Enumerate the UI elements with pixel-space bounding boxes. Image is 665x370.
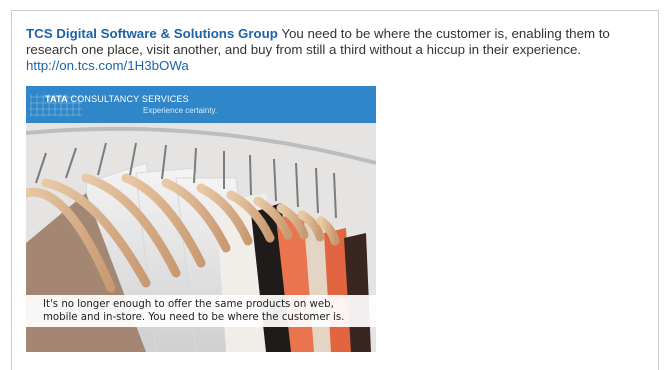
image-caption-text: It's no longer enough to offer the same … (43, 299, 345, 323)
post-card: TCS Digital Software & Solutions Group Y… (11, 10, 659, 370)
tcs-brand-suffix: CONSULTANCY SERVICES (67, 94, 189, 104)
tcs-brand-prefix: TATA (45, 94, 68, 104)
post-image[interactable]: TATA CONSULTANCY SERVICES Experience cer… (26, 86, 376, 352)
image-caption: It's no longer enough to offer the same … (26, 295, 376, 327)
author-link[interactable]: TCS Digital Software & Solutions Group (26, 26, 278, 41)
post-text: TCS Digital Software & Solutions Group Y… (26, 26, 646, 74)
post-url-link[interactable]: http://on.tcs.com/1H3bOWa (26, 58, 189, 74)
tcs-tagline: Experience certainty. (143, 106, 218, 115)
tcs-brand-name: TATA CONSULTANCY SERVICES (45, 94, 189, 104)
tcs-banner: TATA CONSULTANCY SERVICES Experience cer… (26, 86, 376, 123)
